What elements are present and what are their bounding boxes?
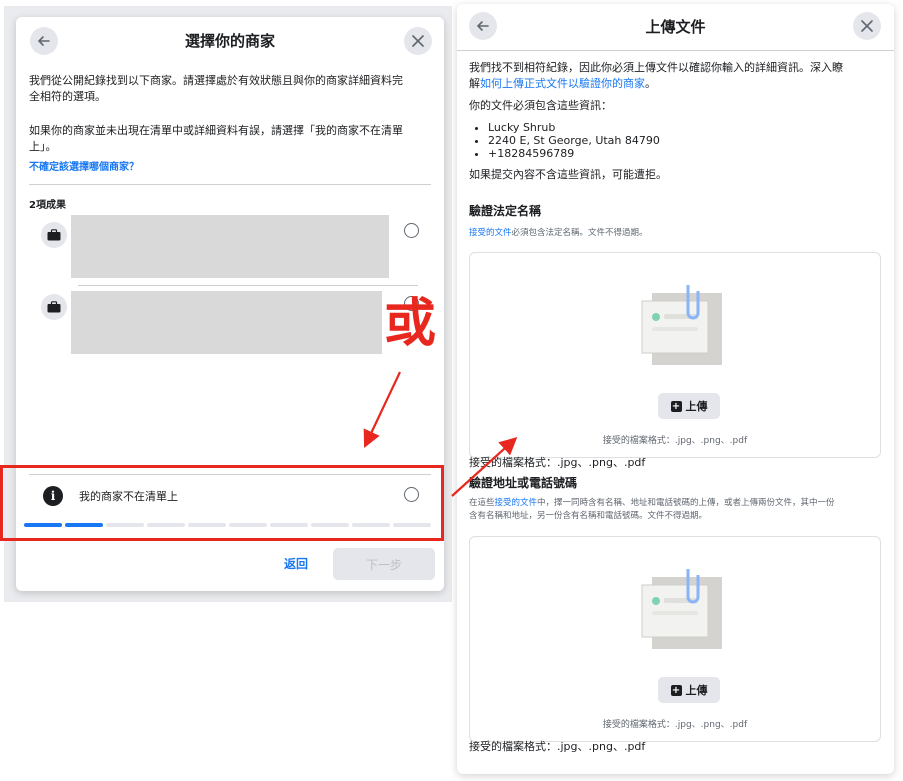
arrow-down-icon xyxy=(363,371,401,448)
annotation-arrows xyxy=(363,371,518,497)
arrow-up-right-icon xyxy=(451,437,518,497)
